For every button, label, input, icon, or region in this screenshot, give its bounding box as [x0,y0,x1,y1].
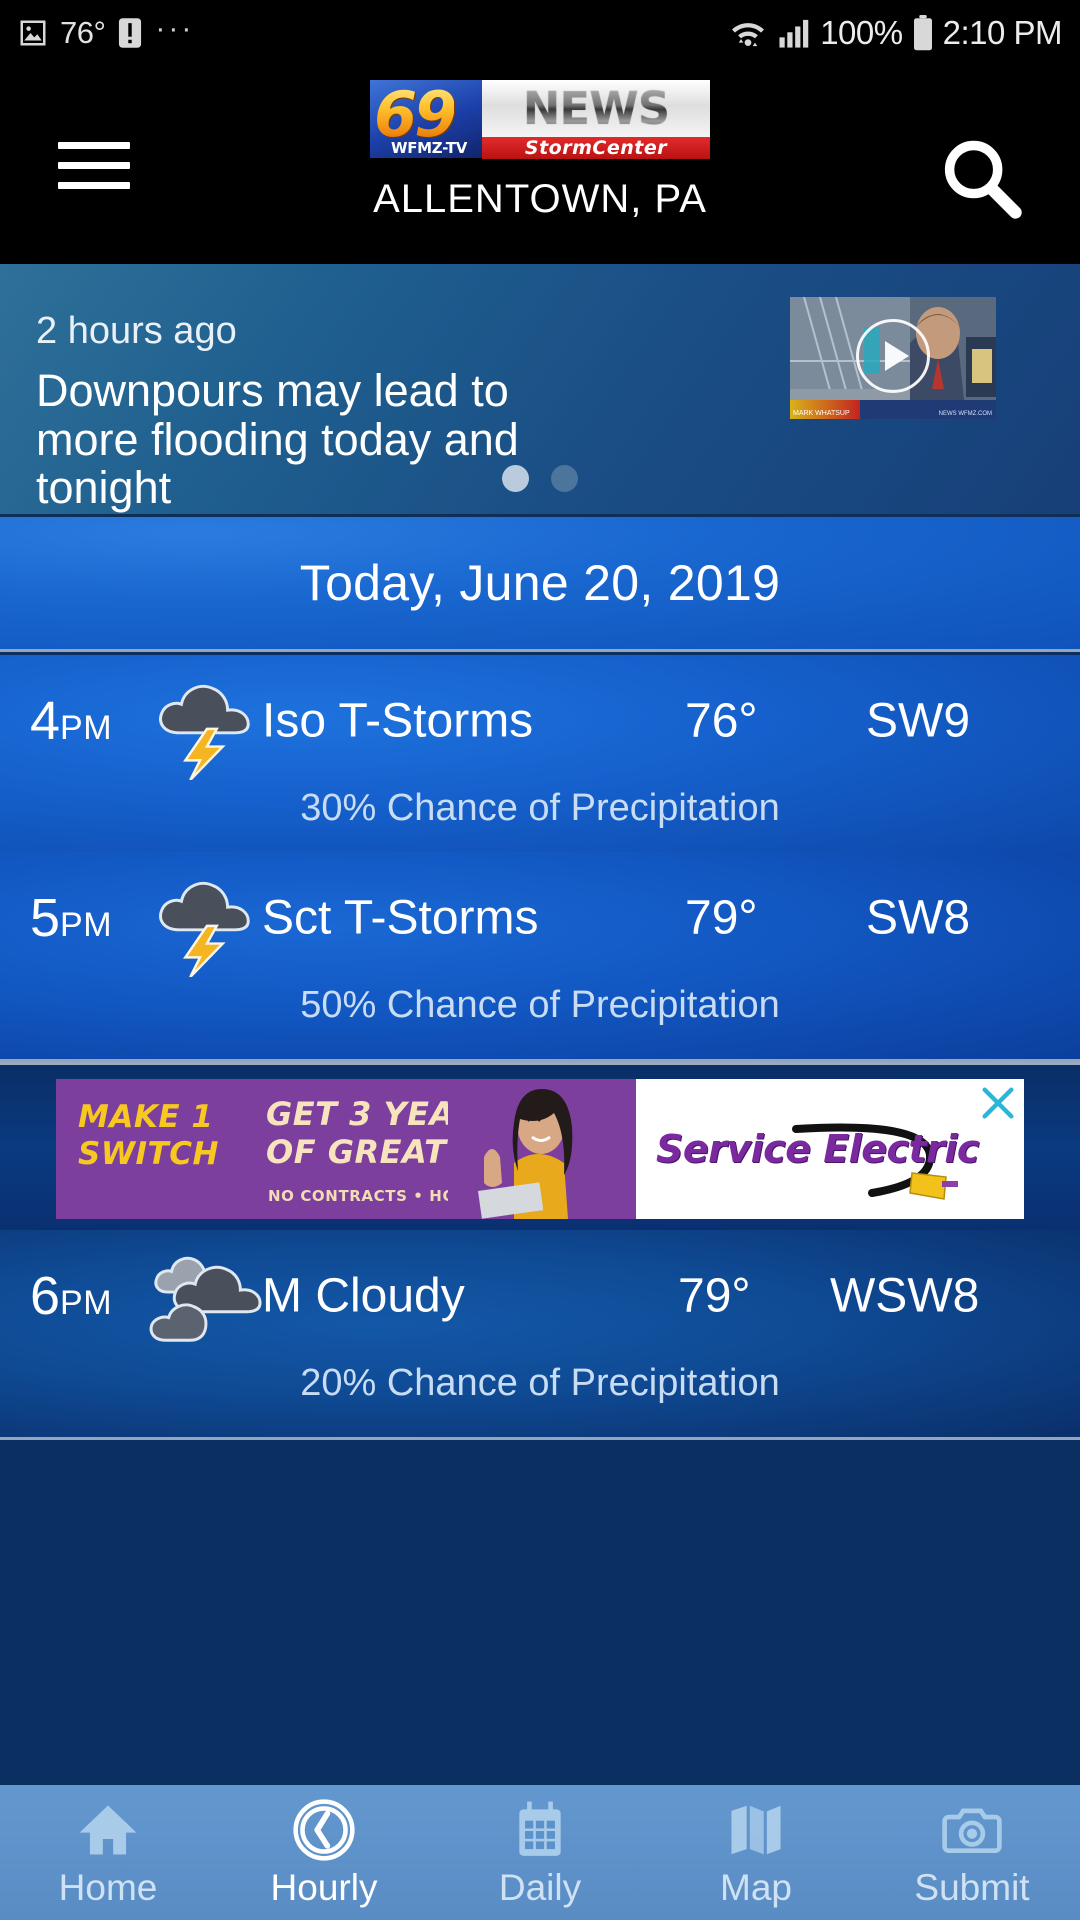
image-icon [20,20,46,46]
ad-line-1: MAKE 1 [78,1099,214,1135]
condition-label: M Cloudy [262,1269,465,1323]
date-label: Today, June 20, 2019 [299,555,781,611]
bottom-navigation: Home Hourly Daily Map Submit [0,1785,1080,1920]
location-label: ALLENTOWN, PA [373,177,707,221]
carousel-pagination [0,465,1080,492]
nav-item-daily[interactable]: Daily [432,1797,648,1909]
battery-full-icon [913,15,932,51]
advertisement-banner[interactable]: MAKE 1 SWITCH GET 3 YEARS OF GREAT RATES… [56,1079,1024,1219]
ad-line-2: SWITCH [78,1135,219,1172]
thumbnail-caption-secondary: NEWS WFMZ.COM [938,411,992,417]
app-header: 69 WFMZ-TV NEWS StormCenter ALLENTOWN, P… [0,66,1080,264]
cellular-signal-icon [779,19,809,48]
hour-label: 6PM [30,1265,112,1327]
date-header: Today, June 20, 2019 [0,517,1080,652]
news-timestamp: 2 hours ago [36,310,237,352]
search-icon[interactable] [936,134,1028,226]
ad-zone: MAKE 1 SWITCH GET 3 YEARS OF GREAT RATES… [0,1062,1080,1230]
precipitation-label: 50% Chance of Precipitation [300,984,780,1026]
logo-stormcenter-text: StormCenter [524,137,668,159]
logo-wrap: 69 WFMZ-TV NEWS StormCenter [370,80,710,159]
logo-right-panel: NEWS StormCenter [482,80,710,159]
status-bar: 76° ··· 100% 2:10 PM [0,0,1080,66]
nav-label-submit: Submit [914,1866,1030,1908]
condition-label: Iso T-Storms [262,694,534,748]
brand-block: 69 WFMZ-TV NEWS StormCenter ALLENTOWN, P… [0,80,1080,222]
hour-meridiem: PM [60,709,113,747]
hourly-row-main: 4PM Iso T-Storms 76° SW9 [0,655,1080,787]
battery-percent: 100% [820,14,903,51]
nav-item-submit[interactable]: Submit [864,1797,1080,1909]
clock-icon [216,1797,432,1863]
ad-right-panel: Service Electric [636,1079,1024,1219]
wind-label: SW8 [866,891,971,945]
close-icon[interactable] [978,1083,1018,1123]
nav-label-home: Home [58,1866,158,1908]
hourly-row-main: 6PM M Cloudy 79° WSW8 [0,1230,1080,1362]
ad-brand-name: Service Electric [656,1127,979,1171]
mostly-cloudy-icon [146,1237,264,1355]
logo-news-bar: NEWS [482,80,710,137]
status-bar-left: 76° ··· [18,11,195,51]
hour-label: 4PM [30,690,112,752]
nav-item-home[interactable]: Home [0,1797,216,1909]
news-carousel-banner[interactable]: 2 hours ago Downpours may lead to more f… [0,264,1080,517]
condition-label: Sct T-Storms [262,891,539,945]
nav-label-daily: Daily [498,1866,582,1908]
temperature-label: 79° [678,1269,751,1323]
carousel-dot-active[interactable] [502,465,529,492]
precipitation-label: 20% Chance of Precipitation [300,1362,780,1404]
hour-meridiem: PM [60,906,113,944]
calendar-icon [432,1797,648,1863]
nav-label-hourly: Hourly [270,1866,378,1908]
hour-label: 5PM [30,887,112,949]
wfmz-69-news-logo: 69 WFMZ-TV NEWS StormCenter [370,80,710,159]
thunderstorm-icon [146,662,264,781]
app-screen: 76° ··· 100% 2:10 PM 69 WFMZ-TV NEWS Sto… [0,0,1080,1920]
temperature-label: 79° [685,891,758,945]
ad-left-panel: MAKE 1 SWITCH GET 3 YEARS OF GREAT RATES… [56,1079,636,1219]
status-temperature: 76° [60,15,106,50]
warning-icon [119,18,142,48]
camera-icon [864,1797,1080,1863]
status-bar-right: 100% 2:10 PM [728,14,1063,52]
temperature-label: 76° [685,694,758,748]
status-overflow-dots: ··· [155,11,195,45]
logo-stormcenter-bar: StormCenter [482,137,710,159]
wind-label: SW9 [866,694,971,748]
hour-number: 6 [30,1266,61,1326]
nav-label-map: Map [720,1866,792,1908]
hourly-row[interactable]: 6PM M Cloudy 79° WSW8 20% Chance of Prec… [0,1230,1080,1440]
play-triangle-icon [885,340,910,371]
home-icon [0,1797,216,1863]
logo-channel-panel: 69 WFMZ-TV [370,80,482,158]
ad-model-photo [448,1079,628,1219]
hour-meridiem: PM [60,1284,113,1322]
nav-item-hourly[interactable]: Hourly [216,1797,432,1909]
news-video-thumbnail[interactable]: MARK WHATSUP NEWS WFMZ.COM [790,297,996,419]
logo-news-text: NEWS [522,82,670,135]
status-clock: 2:10 PM [942,14,1063,51]
nav-item-map[interactable]: Map [648,1797,864,1909]
thumbnail-caption: MARK WHATSUP [793,410,850,417]
hourly-row[interactable]: 5PM Sct T-Storms 79° SW8 50% Chance of P… [0,852,1080,1062]
wind-label: WSW8 [830,1269,980,1323]
thunderstorm-icon [146,859,264,978]
hourly-row[interactable]: 4PM Iso T-Storms 76° SW9 30% Chance of P… [0,655,1080,865]
wifi-icon [732,23,765,47]
precipitation-label: 30% Chance of Precipitation [300,787,780,829]
logo-station-callsign: WFMZ-TV [390,139,468,157]
hour-number: 4 [30,691,61,751]
carousel-dot[interactable] [551,465,578,492]
hourly-row-main: 5PM Sct T-Storms 79° SW8 [0,852,1080,984]
ad-headline-left: MAKE 1 SWITCH [78,1099,219,1172]
map-icon [648,1797,864,1863]
hour-number: 5 [30,888,61,948]
